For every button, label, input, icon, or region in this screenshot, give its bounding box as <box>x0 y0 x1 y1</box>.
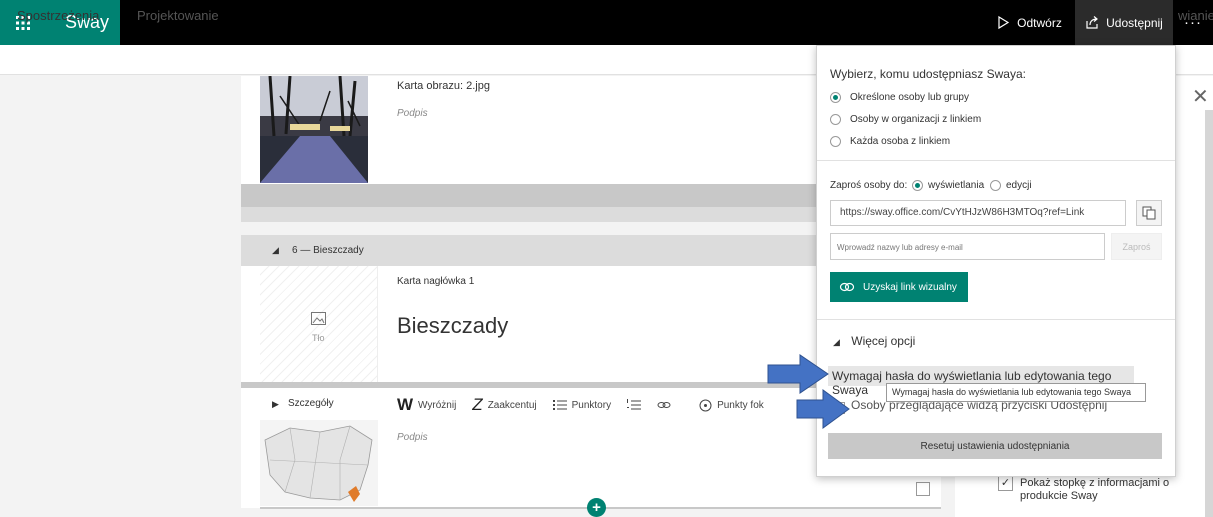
settings-scrollbar[interactable] <box>1205 110 1213 517</box>
details-card-caption[interactable]: Podpis <box>397 432 428 443</box>
tab-design[interactable]: Projektowanie <box>137 8 219 23</box>
footer-checkbox[interactable]: ✓ <box>998 476 1013 491</box>
bullets-icon <box>552 400 567 410</box>
image-placeholder-icon <box>311 312 326 325</box>
invite-label: Zaproś osoby do: <box>830 180 908 191</box>
play-button[interactable]: Odtwórz <box>988 0 1070 45</box>
section-title: 6 — Bieszczady <box>292 245 364 256</box>
numbering-button[interactable] <box>627 399 642 411</box>
invite-button[interactable]: Zaproś <box>1111 233 1162 260</box>
reset-sharing-button[interactable]: Resetuj ustawienia udostępniania <box>828 433 1162 459</box>
add-card-button[interactable]: + <box>587 498 606 517</box>
collapse-triangle-icon: ◢ <box>833 337 840 347</box>
image-card-label: Karta obrazu: 2.jpg <box>397 80 490 92</box>
card-select-checkbox[interactable] <box>916 482 930 496</box>
password-tooltip: Wymagaj hasła do wyświetlania lub edytow… <box>886 383 1146 402</box>
option-anyone-link-label: Każda osoba z linkiem <box>850 136 951 147</box>
link-icon <box>657 402 671 408</box>
share-icon <box>1086 16 1099 29</box>
share-label: Udostępnij <box>1106 15 1163 30</box>
share-button[interactable]: Udostępnij <box>1075 0 1173 45</box>
play-label: Odtwórz <box>1017 15 1062 30</box>
accent-label: Zaakcentuj <box>487 399 537 411</box>
image-card-caption[interactable]: Podpis <box>397 108 428 119</box>
more-options-label: Więcej opcji <box>851 334 916 348</box>
radio-invite-view[interactable] <box>912 180 923 191</box>
heading-card-title[interactable]: Bieszczady <box>397 313 508 339</box>
tab-partial-right[interactable]: wianie <box>1178 8 1213 23</box>
invite-edit-label: edycji <box>1006 180 1032 191</box>
invite-view-label: wyświetlania <box>928 180 985 191</box>
copy-link-button[interactable] <box>1136 200 1162 226</box>
focus-points-label: Punkty fok <box>717 399 764 411</box>
annotation-arrow-icon <box>796 389 850 429</box>
focus-points-icon <box>699 399 712 411</box>
option-specific-people-label: Określone osoby lub grupy <box>850 92 969 103</box>
share-dialog <box>816 45 1176 477</box>
radio-specific-people[interactable] <box>830 92 841 103</box>
close-icon[interactable]: ✕ <box>1192 84 1209 109</box>
footer-option-label: Pokaż stopkę z informacjami o produkcie … <box>1020 477 1170 502</box>
link-button[interactable] <box>657 400 671 410</box>
play-icon <box>998 15 1010 30</box>
numbered-list-icon <box>627 399 642 410</box>
share-dialog-title: Wybierz, komu udostępniasz Swaya: <box>830 67 1026 81</box>
visual-link-label: Uzyskaj link wizualny <box>863 281 957 293</box>
radio-organization-link[interactable] <box>830 114 841 125</box>
option-organization-link-label: Osoby w organizacji z linkiem <box>850 114 982 125</box>
card-photo <box>260 76 368 183</box>
copy-icon <box>1142 206 1156 220</box>
bold-w-icon: W <box>397 395 414 414</box>
heading-card-label: Karta nagłówka 1 <box>397 276 475 287</box>
emphasize-button[interactable]: W Wyróżnij <box>397 395 456 415</box>
expand-triangle-icon[interactable]: ▶ <box>272 399 279 410</box>
share-divider-2 <box>817 319 1175 320</box>
annotation-arrow-icon <box>767 354 829 394</box>
focus-points-button[interactable]: Punkty fok <box>699 399 764 412</box>
radio-invite-edit[interactable] <box>990 180 1001 191</box>
background-label: Tło <box>312 333 325 343</box>
link-icon <box>839 282 855 292</box>
tab-insights[interactable]: Spostrzeżenia <box>17 8 100 32</box>
get-visual-link-button[interactable]: Uzyskaj link wizualny <box>830 272 968 302</box>
map-thumbnail <box>260 420 378 506</box>
email-input[interactable]: Wprowadź nazwy lub adresy e-mail <box>830 233 1105 260</box>
bullets-label: Punktory <box>571 399 612 411</box>
collapse-triangle-icon[interactable]: ◢ <box>272 245 279 256</box>
accent-button[interactable]: Z Zaakcentuj <box>472 395 536 415</box>
more-options-toggle[interactable]: ◢ Więcej opcji <box>833 334 915 348</box>
share-link-field[interactable]: https://sway.office.com/CvYtHJzW86H3MTOq… <box>830 200 1126 226</box>
share-divider-1 <box>817 160 1175 161</box>
emphasize-label: Wyróżnij <box>418 399 457 411</box>
bullets-button[interactable]: Punktory <box>552 399 612 411</box>
italic-z-icon: Z <box>472 395 483 414</box>
radio-anyone-link[interactable] <box>830 136 841 147</box>
details-toggle-label[interactable]: Szczegóły <box>288 398 334 409</box>
